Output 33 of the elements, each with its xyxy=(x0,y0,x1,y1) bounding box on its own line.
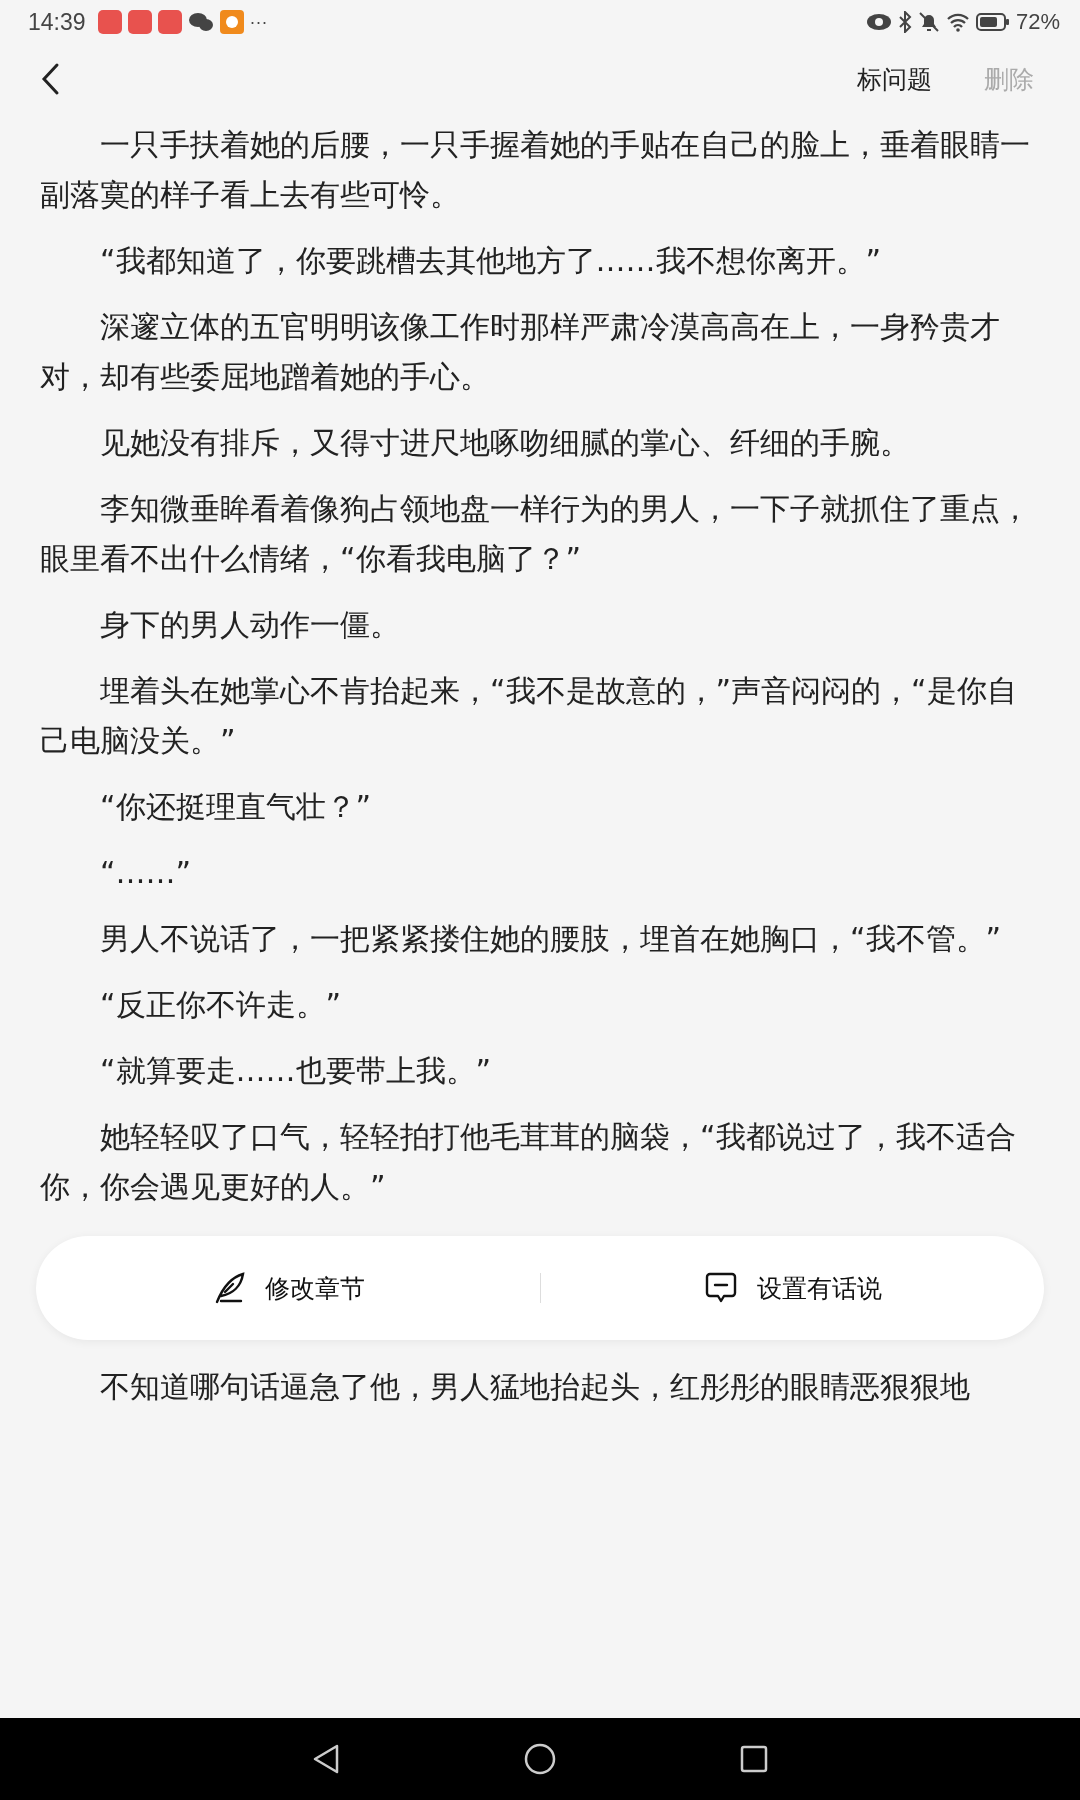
eye-icon xyxy=(865,13,892,31)
more-notifications: ··· xyxy=(249,11,268,33)
status-time: 14:39 xyxy=(28,8,86,36)
app-notification-icon xyxy=(157,10,182,34)
story-paragraph: 深邃立体的五官明明该像工作时那样严肃冷漠高高在上，一身矜贵才对，却有些委屈地蹭着她的手心。 xyxy=(40,308,1001,396)
story-paragraph: “我都知道了，你要跳槽去其他地方了……我不想你离开。” xyxy=(99,242,883,280)
battery-percentage: 72% xyxy=(1015,9,1060,35)
story-paragraph: 李知微垂眸看着像狗占领地盘一样行为的男人，一下子就抓住了重点，眼里看不出什么情绪，“你看我电脑了？” xyxy=(40,490,1031,578)
story-paragraph: 身下的男人动作一僵。 xyxy=(99,606,401,644)
battery-icon xyxy=(975,12,1010,32)
story-paragraph: 男人不说话了，一把紧紧搂住她的腰肢，埋首在她胸口，“我不管。” xyxy=(99,920,1003,958)
action-button[interactable]: 设置有话说 xyxy=(540,1253,1044,1323)
app-notification-icon xyxy=(127,10,152,34)
header-action[interactable]: 标问题 xyxy=(851,58,938,100)
action-button[interactable]: 修改章节 xyxy=(36,1253,540,1323)
bluetooth-icon xyxy=(897,11,912,33)
home-circle-icon[interactable] xyxy=(523,1742,557,1776)
story-paragraph: “你还挺理直气壮？” xyxy=(99,788,373,826)
story-paragraph: 她轻轻叹了口气，轻轻拍打他毛茸茸的脑袋，“我都说过了，我不适合你，你会遇见更好的人。” xyxy=(40,1118,1017,1206)
muted-bell-icon xyxy=(917,11,940,33)
story-paragraph: 见她没有排斥，又得寸进尺地啄吻细腻的掌心、纤细的手腕。 xyxy=(99,424,911,462)
recent-apps-icon[interactable] xyxy=(739,1744,769,1774)
wifi-icon xyxy=(945,12,970,32)
story-paragraph: 埋着头在她掌心不肯抬起来，“我不是故意的，”声音闷闷的，“是你自己电脑没关。” xyxy=(40,672,1018,760)
app-notification-icon xyxy=(219,10,244,34)
app-notification-icon xyxy=(97,10,122,34)
story-paragraph: 不知道哪句话逼急了他，男人猛地抬起头，红彤彤的眼睛恶狠狠地 xyxy=(99,1368,971,1406)
story-paragraph: “就算要走……也要带上我。” xyxy=(99,1052,493,1090)
story-paragraph: “……” xyxy=(99,854,193,892)
story-paragraph: 一只手扶着她的后腰，一只手握着她的手贴在自己的脸上，垂着眼睛一副落寞的样子看上去有些可怜。 xyxy=(40,126,1031,214)
back-triangle-icon[interactable] xyxy=(311,1743,341,1775)
story-paragraph: “反正你不许走。” xyxy=(99,986,343,1024)
chat-icon xyxy=(187,11,214,33)
